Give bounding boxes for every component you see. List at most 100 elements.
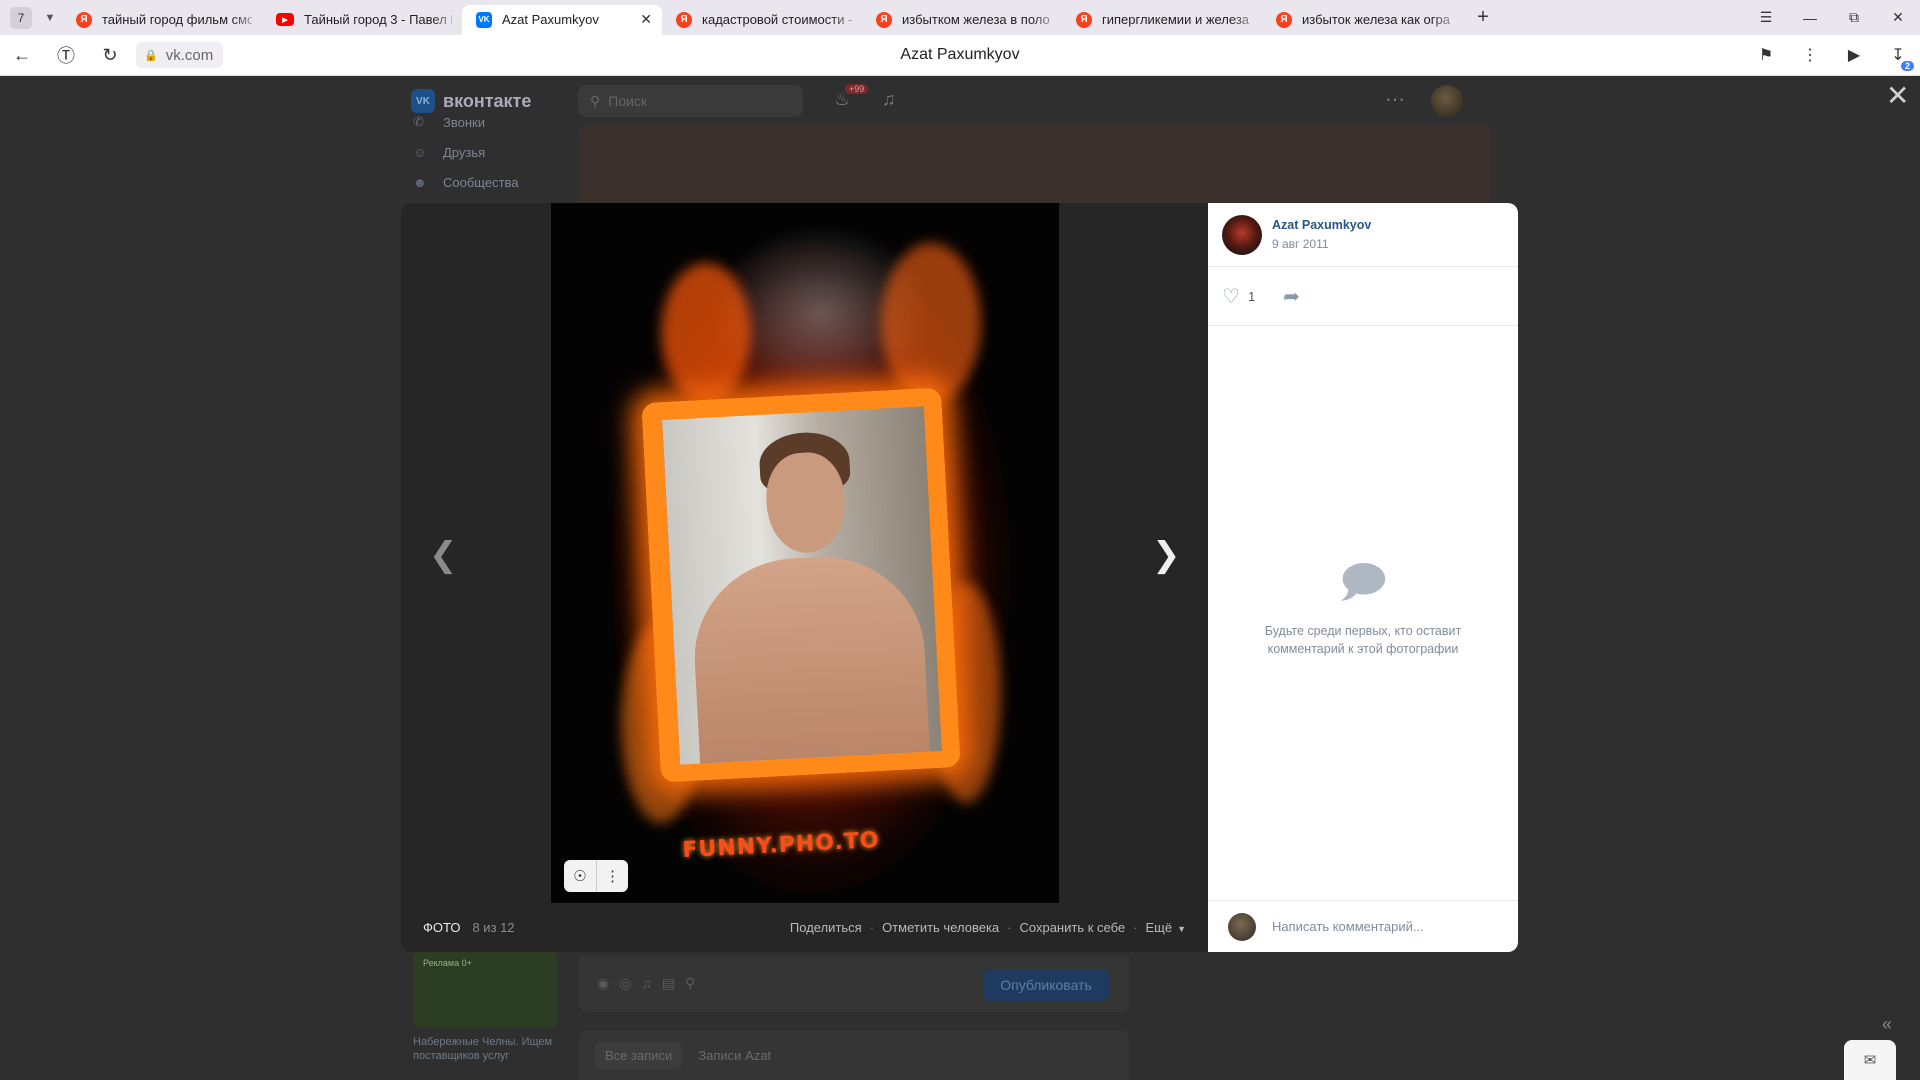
window-controls: ☰ — ⧉ ✕ — [1744, 9, 1920, 26]
portrait — [662, 406, 942, 765]
tab-title: тайный город фильм смо — [102, 12, 252, 27]
photo-stage: FUNNY.PHO.TO ☉ ⋮ ❮ ❯ ФОТО 8 из 12 Подели… — [401, 203, 1208, 952]
yandex-icon: Я — [1076, 11, 1092, 28]
vk-search-input[interactable]: ⚲ Поиск — [578, 85, 803, 117]
browser-menu-icon[interactable]: ☰ — [1744, 9, 1788, 26]
tab-title: гипергликемии и железа — [1102, 12, 1250, 27]
photo[interactable]: FUNNY.PHO.TO — [551, 203, 1059, 903]
tab-azat-posts[interactable]: Записи Azat — [688, 1042, 781, 1069]
prev-photo-icon[interactable]: ❮ — [429, 535, 458, 575]
info-panel: Azat Paxumkyov 9 авг 2011 ♡ 1 ➦ 🗩 Будьте… — [1208, 203, 1518, 952]
author-name[interactable]: Azat Paxumkyov — [1272, 218, 1371, 232]
close-viewer-icon[interactable]: ✕ — [1886, 82, 1909, 110]
viewer-footer: ФОТО 8 из 12 Поделиться · Отметить челов… — [423, 920, 1186, 935]
browser-tab[interactable]: Я избыток железа как огра — [1262, 4, 1462, 35]
heart-icon: ♡ — [1222, 285, 1240, 308]
sidebar-item-label: Друзья — [443, 144, 486, 160]
tab-title: Тайный город 3 - Павел Г — [304, 12, 452, 27]
close-window-icon[interactable]: ✕ — [1876, 9, 1920, 26]
youtube-icon: ▶ — [276, 13, 294, 26]
downloads-badge: 2 — [1900, 61, 1914, 71]
ad-text[interactable]: Набережные Челны. Ищем поставщиков услуг — [413, 1035, 563, 1063]
tab-title: избытком железа в поло — [902, 12, 1050, 27]
vk-icon: VK — [476, 11, 492, 28]
tab-count-button[interactable]: 7 — [10, 6, 32, 29]
browser-tab[interactable]: ▶ Тайный город 3 - Павел Г — [262, 4, 462, 35]
tab-strip: 7 ▼ Я тайный город фильм смо ▶ Тайный го… — [0, 0, 1920, 35]
browser-tab[interactable]: Я тайный город фильм смо — [62, 4, 262, 35]
user-avatar[interactable] — [1431, 85, 1463, 117]
author-avatar[interactable] — [1222, 214, 1262, 255]
save-to-me-link[interactable]: Сохранить к себе — [1020, 920, 1126, 935]
collapse-icon[interactable]: « — [1882, 1014, 1892, 1035]
like-count: 1 — [1247, 288, 1256, 304]
yandex-icon: Я — [1276, 11, 1292, 28]
sidebar-item-communities[interactable]: ☻ Сообщества — [413, 167, 519, 197]
address-bar: ← Ⓣ ↻ 🔒 vk.com Azat Paxumkyov ⚑ ⋮ ▶ ↧ 2 — [0, 35, 1920, 76]
friends-icon: ☺ — [413, 144, 427, 160]
comment-bar — [1208, 900, 1518, 952]
search-placeholder: Поиск — [608, 93, 648, 109]
sidebar-item-calls[interactable]: ✆ Звонки — [413, 107, 519, 137]
ad-image[interactable]: Реклама 0+ — [413, 952, 558, 1027]
bookmark-icon[interactable]: ⚑ — [1744, 45, 1788, 65]
apps-grid-icon[interactable]: ⋯ — [1385, 87, 1405, 112]
section-label[interactable]: ФОТО — [423, 920, 460, 935]
downloads-icon[interactable]: ↧ 2 — [1876, 45, 1920, 71]
tab-title: Azat Paxumkyov — [502, 12, 599, 27]
browser-tab-active[interactable]: VK Azat Paxumkyov ✕ — [462, 4, 662, 35]
author-block: Azat Paxumkyov 9 авг 2011 — [1208, 203, 1518, 267]
more-dropdown[interactable]: Ещё ▼ — [1145, 920, 1186, 935]
photo-date[interactable]: 9 авг 2011 — [1272, 237, 1371, 251]
music-icon[interactable]: ♫ — [882, 89, 896, 110]
yandex-icon: Я — [76, 11, 92, 28]
comments-icon: 🗩 — [1338, 558, 1388, 607]
tab-title: избыток железа как огра — [1302, 12, 1450, 27]
sidebar-item-friends[interactable]: ☺ Друзья — [413, 137, 519, 167]
close-tab-icon[interactable]: ✕ — [640, 11, 652, 28]
yandex-icon: Я — [676, 11, 692, 28]
browser-tab[interactable]: Я гипергликемии и железа — [1062, 4, 1262, 35]
yandex-icon: Я — [876, 11, 892, 28]
url-field[interactable]: 🔒 vk.com — [136, 42, 224, 68]
communities-icon: ☻ — [413, 174, 427, 190]
share-link[interactable]: Поделиться — [790, 920, 862, 935]
new-tab-button[interactable]: + — [1470, 5, 1496, 31]
browser-tab[interactable]: Я кадастровой стоимости - — [662, 4, 862, 35]
post-composer-tools: ◉◎♫▤⚲ Опубликовать — [579, 957, 1129, 1012]
vk-sidebar: ✆ Звонки ☺ Друзья ☻ Сообщества — [413, 107, 519, 197]
minimize-icon[interactable]: — — [1788, 10, 1832, 26]
more-icon[interactable]: ⋮ — [1788, 45, 1832, 65]
empty-comments: 🗩 Будьте среди первых, кто оставит комме… — [1208, 558, 1518, 658]
tab-list-chevron-icon[interactable]: ▼ — [38, 6, 62, 30]
restore-icon[interactable]: ⧉ — [1832, 9, 1876, 26]
like-button[interactable]: ♡ 1 — [1222, 284, 1255, 309]
commenter-avatar — [1228, 912, 1256, 941]
media-icon[interactable]: ▶ — [1832, 45, 1876, 65]
tab-title: кадастровой стоимости - — [702, 12, 852, 27]
photo-more-icon[interactable]: ⋮ — [596, 860, 628, 892]
tab-all-posts[interactable]: Все записи — [595, 1041, 683, 1069]
tag-person-link[interactable]: Отметить человека — [882, 920, 999, 935]
empty-comments-text: Будьте среди первых, кто оставит коммент… — [1264, 624, 1462, 656]
reload-icon[interactable]: ↻ — [88, 45, 132, 66]
url-text: vk.com — [165, 46, 214, 64]
chat-icon[interactable]: ✉ — [1844, 1040, 1896, 1080]
photo-tools: ☉ ⋮ — [564, 860, 628, 892]
reactions-row: ♡ 1 ➦ — [1208, 267, 1518, 326]
yandex-home-icon[interactable]: Ⓣ — [44, 42, 88, 68]
publish-button[interactable]: Опубликовать — [983, 969, 1109, 1001]
search-icon: ⚲ — [590, 92, 601, 109]
attachment-icons[interactable]: ◉◎♫▤⚲ — [597, 975, 705, 992]
photo-counter: 8 из 12 — [472, 920, 515, 935]
wall-tabs: Все записи Записи Azat — [579, 1030, 1129, 1080]
sidebar-item-label: Звонки — [443, 114, 485, 130]
search-by-image-icon[interactable]: ☉ — [564, 860, 596, 892]
back-icon[interactable]: ← — [0, 45, 44, 66]
next-photo-icon[interactable]: ❯ — [1152, 535, 1181, 575]
browser-tab[interactable]: Я избытком железа в поло — [862, 4, 1062, 35]
ad-label: Реклама 0+ — [423, 958, 472, 968]
comment-input[interactable] — [1272, 919, 1502, 934]
more-label: Ещё — [1145, 920, 1173, 935]
share-icon[interactable]: ➦ — [1283, 284, 1300, 309]
